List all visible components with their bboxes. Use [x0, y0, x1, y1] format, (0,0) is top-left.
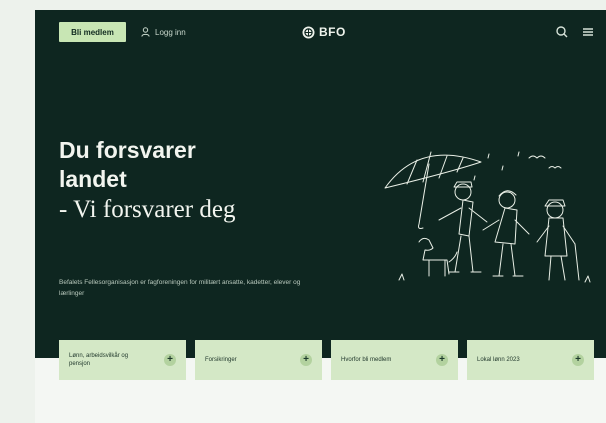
login-label: Logg inn: [155, 27, 186, 37]
soldiers-illustration: [384, 151, 591, 283]
quick-link-label: Lønn, arbeidsvilkår og pensjon: [69, 353, 129, 367]
plus-icon: +: [164, 354, 176, 366]
quick-link-card[interactable]: Forsikringer +: [195, 340, 322, 380]
plus-icon: +: [436, 354, 448, 366]
login-link[interactable]: Logg inn: [141, 22, 186, 42]
menu-button[interactable]: [580, 24, 596, 40]
join-button[interactable]: Bli medlem: [59, 22, 126, 42]
logo-text: BFO: [319, 25, 346, 39]
user-icon: [141, 27, 150, 37]
quick-link-label: Hvorfor bli medlem: [341, 357, 392, 363]
headline-line-1: Du forsvarer: [59, 137, 196, 163]
headline-line-2: landet: [59, 166, 127, 192]
top-navigation: Bli medlem Logg inn BFO: [35, 10, 606, 54]
bfo-logo[interactable]: BFO: [302, 22, 346, 42]
bfo-emblem-icon: [302, 26, 315, 38]
quick-link-label: Lokal lønn 2023: [477, 357, 520, 363]
quick-link-label: Forsikringer: [205, 357, 237, 363]
search-button[interactable]: [554, 24, 570, 40]
plus-icon: +: [300, 354, 312, 366]
search-icon: [556, 26, 568, 38]
headline-line-3: - Vi forsvarer deg: [59, 196, 236, 223]
quick-links: Lønn, arbeidsvilkår og pensjon + Forsikr…: [59, 340, 596, 380]
quick-link-card[interactable]: Lokal lønn 2023 +: [467, 340, 594, 380]
plus-icon: +: [572, 354, 584, 366]
website-frame: Bli medlem Logg inn BFO Du forsvarer lan…: [35, 10, 606, 423]
quick-link-card[interactable]: Lønn, arbeidsvilkår og pensjon +: [59, 340, 186, 380]
hero-intro-text: Befalets Fellesorganisasjon er fagforeni…: [59, 279, 301, 297]
menu-icon: [583, 28, 593, 36]
hero-section: Bli medlem Logg inn BFO Du forsvarer lan…: [35, 10, 606, 358]
hero-headline: Du forsvarer landet - Vi forsvarer deg: [59, 136, 235, 225]
quick-link-card[interactable]: Hvorfor bli medlem +: [331, 340, 458, 380]
